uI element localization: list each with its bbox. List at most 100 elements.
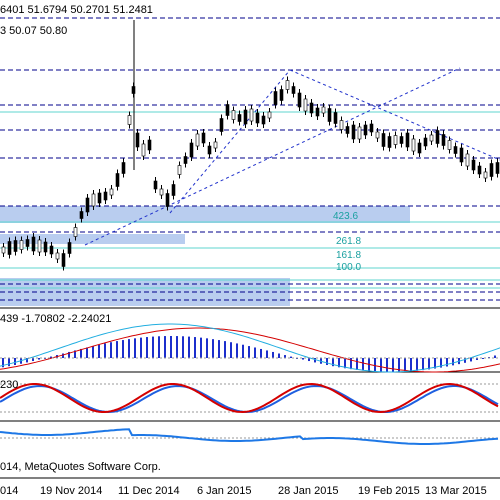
macd-bar — [38, 358, 40, 360]
macd-bar — [62, 353, 64, 358]
time-label: 11 Dec 2014 — [118, 485, 180, 497]
chart-window[interactable]: 423.6 261.8 161.8 100.0 6401 51.6794 50.… — [0, 0, 500, 500]
price-chart[interactable]: 423.6 261.8 161.8 100.0 6401 51.6794 50.… — [0, 0, 500, 500]
candle-body — [147, 139, 152, 151]
candle-body — [141, 143, 146, 157]
macd-bar — [152, 336, 154, 358]
macd-bar — [98, 344, 100, 358]
macd-bar — [260, 348, 262, 358]
macd-bar — [416, 358, 418, 371]
candle-body — [255, 112, 260, 124]
macd-bar — [494, 355, 496, 358]
macd-bar — [188, 336, 190, 358]
macd-bar — [428, 358, 430, 370]
candle-body — [375, 131, 380, 139]
ma-readout: 3 50.07 50.80 — [0, 25, 67, 37]
stoch-signal-line — [0, 384, 499, 414]
macd-bar — [326, 358, 328, 366]
candle-body — [171, 184, 176, 196]
ohlc-readout: 6401 51.6794 50.2701 51.2481 — [0, 4, 153, 16]
candle-body — [55, 252, 60, 260]
candle-body — [31, 236, 36, 252]
macd-bar — [128, 339, 130, 358]
macd-bar — [122, 340, 124, 358]
candle-body — [399, 136, 404, 144]
candle-body — [97, 192, 102, 204]
macd-bar — [422, 358, 424, 371]
candle-body — [345, 126, 350, 134]
candle-body — [309, 102, 314, 114]
candle-body — [165, 193, 170, 207]
candle-body — [237, 114, 242, 122]
time-label: 014 — [0, 485, 18, 497]
macd-bar — [158, 336, 160, 358]
candle-body — [261, 115, 266, 125]
candle-body — [381, 133, 386, 147]
macd-bar — [218, 340, 220, 358]
macd-bar — [212, 339, 214, 358]
candle-body — [73, 227, 78, 237]
candle-body — [315, 107, 320, 117]
macd-bar — [8, 358, 10, 367]
candle-body — [417, 142, 422, 154]
time-label: 6 Jan 2015 — [197, 485, 251, 497]
macd-bar — [194, 337, 196, 358]
fib-label-161: 161.8 — [336, 250, 361, 261]
candle-body — [159, 188, 164, 196]
macd-bar — [110, 342, 112, 358]
candle-body — [183, 156, 188, 164]
candle-body — [195, 133, 200, 147]
candle-body — [135, 132, 140, 148]
macd-bar — [356, 358, 358, 370]
macd-bar — [14, 358, 16, 365]
macd-bar — [116, 341, 118, 358]
candle-body — [447, 140, 452, 150]
macd-bar — [140, 337, 142, 358]
candle-body — [489, 163, 494, 177]
candle-body — [37, 239, 42, 253]
candle-body — [19, 240, 24, 250]
candle-body — [127, 115, 132, 125]
macd-bar — [374, 358, 376, 372]
candle-body — [225, 104, 230, 116]
candle-body — [285, 80, 290, 90]
candle-body — [357, 126, 362, 140]
price-panel — [0, 0, 500, 307]
candle-body — [435, 130, 440, 144]
candle-body — [483, 171, 488, 179]
macd-bar — [410, 358, 412, 372]
candle-body — [411, 138, 416, 152]
candle-body — [231, 110, 236, 120]
macd-bar — [182, 336, 184, 358]
candle-body — [303, 98, 308, 112]
candle-body — [429, 134, 434, 142]
candle-body — [321, 106, 326, 114]
macd-bar — [380, 358, 382, 372]
macd-bar — [482, 358, 484, 359]
macd-bar — [134, 338, 136, 358]
macd-bar — [224, 341, 226, 358]
candle-body — [25, 239, 30, 247]
macd-bar — [170, 336, 172, 358]
candle-body — [7, 241, 12, 255]
macd-bar — [278, 353, 280, 358]
macd-bar — [392, 358, 394, 372]
candle-body — [387, 136, 392, 148]
candle-body — [273, 91, 278, 105]
candle-body — [115, 173, 120, 187]
candle-body — [453, 146, 458, 154]
candle-body — [109, 188, 114, 196]
candle-body — [459, 147, 464, 163]
time-label: 19 Nov 2014 — [40, 485, 102, 497]
candle-body — [189, 142, 194, 158]
macd-bar — [206, 338, 208, 358]
candle-body — [49, 245, 54, 255]
macd-bar — [404, 358, 406, 372]
macd-bar — [386, 358, 388, 372]
macd-bar — [92, 346, 94, 358]
lower-indicator-line — [0, 428, 499, 445]
candle-body — [339, 120, 344, 130]
candle-body — [103, 191, 108, 201]
candle-body — [219, 118, 224, 132]
candle-body — [465, 153, 470, 167]
